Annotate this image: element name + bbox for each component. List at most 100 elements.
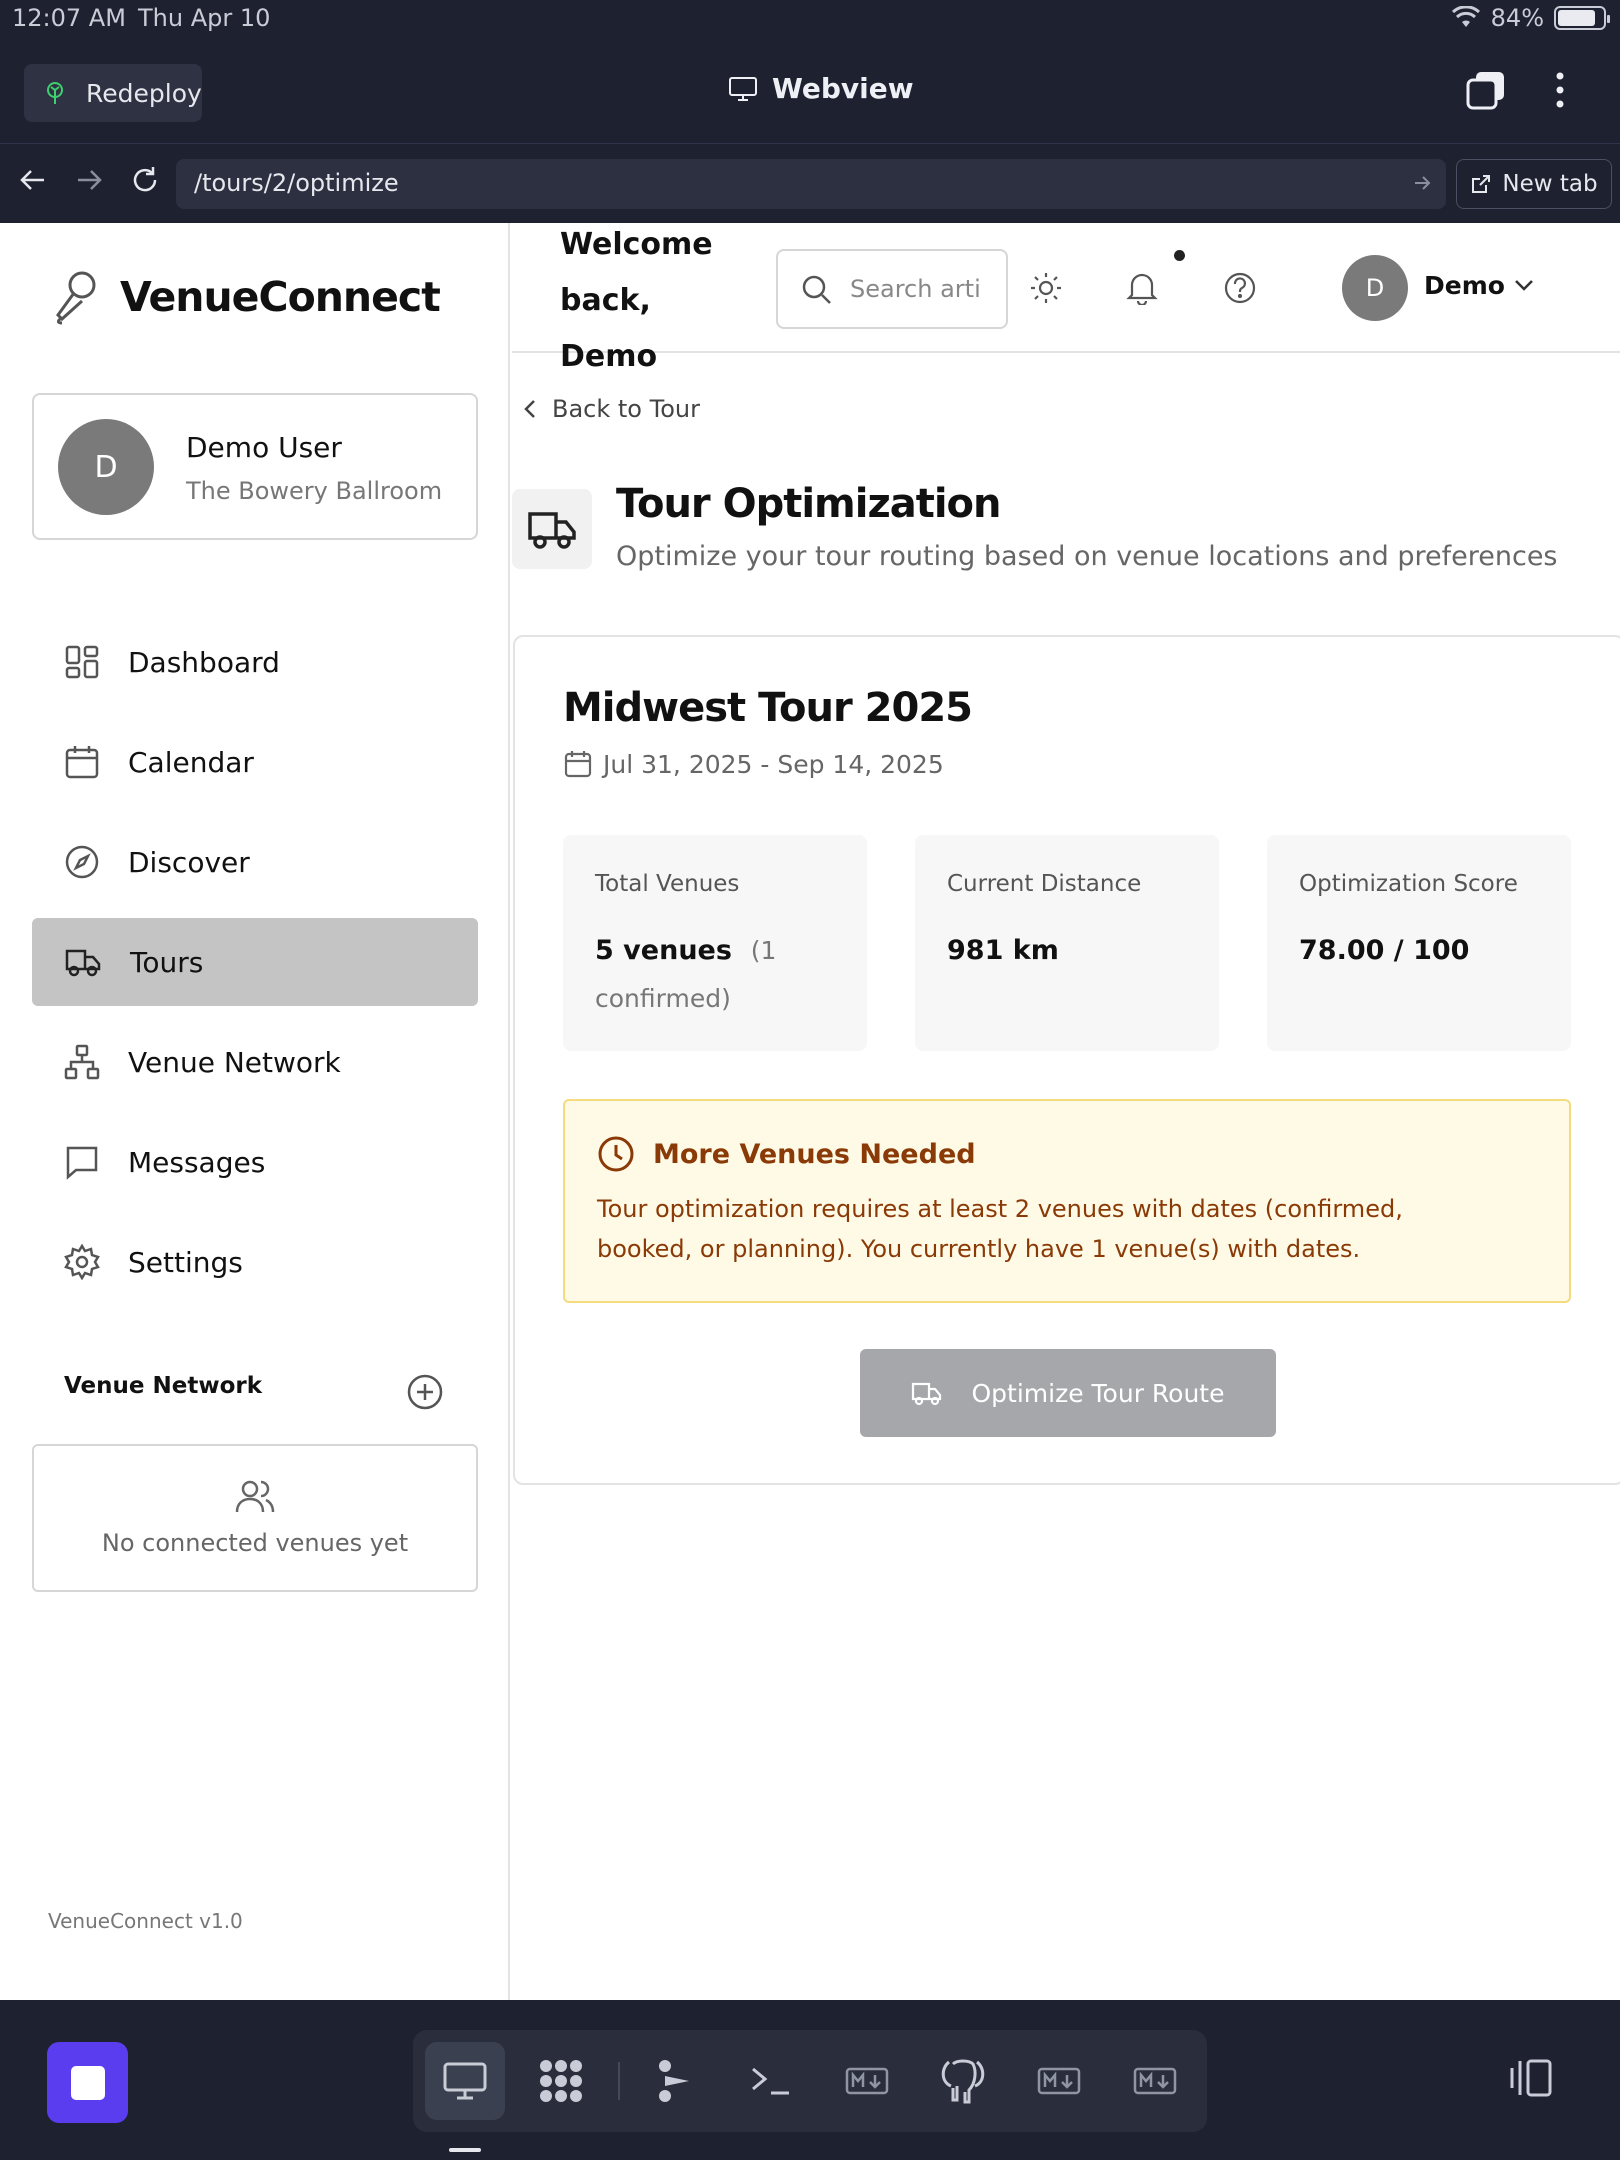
page-subtitle: Optimize your tour routing based on venu… [616,541,1558,572]
redeploy-icon [44,81,66,105]
alert-title: More Venues Needed [653,1138,976,1170]
split-view-icon[interactable] [1506,2058,1554,2098]
sidebar-item-label: Messages [128,1145,266,1179]
venue-network-heading: Venue Network [64,1373,263,1399]
redeploy-button[interactable]: Redeploy [24,64,202,122]
user-name: Demo User [186,431,342,464]
sidebar-item-calendar[interactable]: Calendar [32,718,478,806]
sidebar-item-discover[interactable]: Discover [32,818,478,906]
address-bar-row: /tours/2/optimize New tab [0,145,1620,223]
tour-name: Midwest Tour 2025 [563,685,973,731]
webview-toolbar: Redeploy Webview [0,40,1620,144]
venue-network-empty-text: No connected venues yet [101,1529,409,1557]
user-venue: The Bowery Ballroom [186,477,443,505]
avatar: D [58,419,154,515]
calendar-icon [64,744,100,780]
stat-total-venues: Total Venues 5 venues (1 confirmed) [563,835,867,1051]
external-link-icon [1470,173,1492,195]
markdown-icon[interactable] [1019,2042,1099,2120]
terminal-icon[interactable] [731,2042,811,2120]
user-card[interactable]: D Demo User The Bowery Ballroom [32,393,478,540]
header-avatar[interactable]: D [1342,255,1408,321]
sidebar-item-label: Calendar [128,745,254,779]
grid-dots-icon[interactable] [521,2042,601,2120]
top-header: Welcome back, Demo D Demo [512,223,1620,374]
truck-icon [64,945,102,979]
new-tab-label: New tab [1502,171,1598,197]
stat-value: 981 km [947,935,1059,966]
go-arrow-icon[interactable] [1412,173,1432,193]
forward-arrow-icon[interactable] [74,165,104,195]
back-to-tour-link[interactable]: Back to Tour [522,395,700,423]
sidebar-item-label: Venue Network [128,1045,341,1079]
sidebar-item-tours[interactable]: Tours [32,918,478,1006]
url-field[interactable]: /tours/2/optimize [176,159,1446,209]
calendar-icon [563,749,593,779]
brand-name: VenueConnect [120,273,441,321]
venue-network-empty-state: No connected venues yet [32,1444,478,1592]
users-icon [235,1479,275,1515]
stat-value: 78.00 / 100 [1299,935,1470,966]
sidebar-item-dashboard[interactable]: Dashboard [32,618,478,706]
home-indicator [449,2148,481,2152]
header-user-name[interactable]: Demo [1424,271,1505,300]
back-arrow-icon[interactable] [18,165,48,195]
bottom-dock [0,2000,1620,2160]
sidebar-item-label: Settings [128,1245,243,1279]
markdown-icon[interactable] [827,2042,907,2120]
more-venues-alert: More Venues Needed Tour optimization req… [563,1099,1571,1303]
monitor-icon [728,76,758,102]
search-icon [800,273,832,305]
help-icon[interactable] [1223,271,1257,305]
page-title: Tour Optimization [616,481,1002,527]
more-options-icon[interactable] [1546,70,1574,110]
add-venue-icon[interactable] [406,1373,444,1411]
wifi-icon [1451,6,1481,30]
webview-title: Webview [728,72,914,105]
app-viewport: VenueConnect D Demo User The Bowery Ball… [0,223,1620,2000]
back-label: Back to Tour [552,395,700,423]
stat-label: Total Venues [595,871,740,897]
monitor-icon[interactable] [425,2042,505,2120]
notification-dot [1174,250,1185,261]
sidebar-nav: Dashboard Calendar Discover Tours Venue … [32,618,478,1318]
tour-card: Midwest Tour 2025 Jul 31, 2025 - Sep 14,… [513,635,1620,1485]
message-icon [64,1144,100,1180]
redeploy-label: Redeploy [86,78,202,108]
tour-dates-text: Jul 31, 2025 - Sep 14, 2025 [603,749,944,779]
reload-icon[interactable] [130,165,160,195]
main-content: Back to Tour Tour Optimization Optimize … [512,355,1620,2000]
tabs-icon[interactable] [1466,70,1506,110]
optimize-button-label: Optimize Tour Route [971,1378,1225,1408]
stat-value: 5 venues [595,935,732,966]
brand-logo[interactable]: VenueConnect [52,269,441,325]
new-tab-button[interactable]: New tab [1456,159,1612,209]
theme-toggle-icon[interactable] [1029,271,1063,305]
url-text: /tours/2/optimize [194,169,399,197]
stat-optimization-score: Optimization Score 78.00 / 100 [1267,835,1571,1051]
webview-title-text: Webview [772,72,914,105]
app-version: VenueConnect v1.0 [48,1909,243,1933]
search-input[interactable] [850,275,980,303]
battery-icon [1554,6,1610,30]
dashboard-icon [64,644,100,680]
sidebar-item-settings[interactable]: Settings [32,1218,478,1306]
app-stop-button[interactable] [47,2042,128,2123]
database-elephant-icon[interactable] [923,2042,1003,2120]
search-box[interactable] [776,249,1008,329]
bell-icon[interactable] [1126,271,1158,305]
optimize-tour-route-button[interactable]: Optimize Tour Route [860,1349,1276,1437]
sidebar-item-venue-network[interactable]: Venue Network [32,1018,478,1106]
stat-label: Current Distance [947,871,1142,897]
sidebar: VenueConnect D Demo User The Bowery Ball… [0,223,510,2000]
markdown-icon[interactable] [1115,2042,1195,2120]
sidebar-item-label: Dashboard [128,645,280,679]
stop-icon [70,2065,105,2100]
status-bar: 12:07 AM Thu Apr 10 84% [0,0,1620,40]
sidebar-item-label: Discover [128,845,250,879]
sidebar-item-messages[interactable]: Messages [32,1118,478,1206]
chevron-left-icon [522,397,538,421]
play-branch-icon[interactable] [635,2042,715,2120]
chevron-down-icon[interactable] [1512,275,1536,295]
truck-icon [911,1379,943,1407]
